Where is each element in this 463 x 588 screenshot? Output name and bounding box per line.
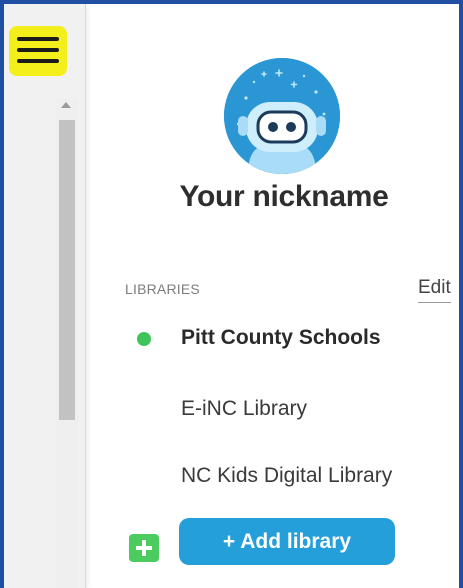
scrollbar[interactable] [56,98,78,588]
active-library-indicator-icon [137,332,151,346]
scrollbar-thumb[interactable] [59,120,75,420]
edit-libraries-link[interactable]: Edit [418,277,451,303]
avatar[interactable] [224,58,340,174]
nickname-title[interactable]: Your nickname [124,180,444,214]
scroll-up-arrow-icon[interactable] [61,102,71,108]
add-library-button[interactable]: + Add library [179,518,395,565]
hamburger-menu-button[interactable] [9,26,67,76]
library-item-e-inc-library[interactable]: E-iNC Library [181,397,307,421]
plus-icon[interactable] [129,534,159,562]
left-rail [4,4,86,588]
libraries-heading: LIBRARIES [125,281,200,297]
library-item-pitt-county-schools[interactable]: Pitt County Schools [181,326,381,350]
library-item-nc-kids-digital-library[interactable]: NC Kids Digital Library [181,464,392,488]
robot-avatar-icon [224,58,340,174]
app-window: Your nickname LIBRARIES Edit Pitt County… [0,0,463,588]
